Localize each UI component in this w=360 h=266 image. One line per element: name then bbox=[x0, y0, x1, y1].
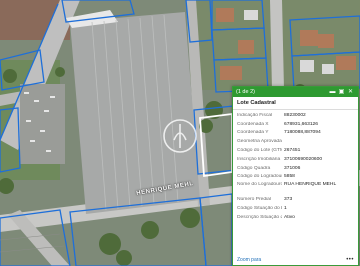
table-row: Nome do Logradouro RUA HENRIQUE MEHL bbox=[237, 182, 337, 188]
popup-footer: Zoom para ••• bbox=[233, 255, 358, 265]
table-row: Indicação Fiscal 88230002 bbox=[237, 112, 306, 118]
table-row: Código do Lote (GTM) 267451 bbox=[237, 148, 301, 154]
minimize-icon[interactable]: ▬ bbox=[328, 87, 337, 97]
expand-icon[interactable]: ▣ bbox=[337, 87, 346, 97]
table-row: Coordenada Y 7180088,887094 bbox=[237, 130, 321, 136]
table-row: Número Predial 373 bbox=[237, 197, 293, 203]
attribute-table: Indicação Fiscal 88230002 Coordenada X 6… bbox=[233, 110, 358, 222]
more-icon[interactable]: ••• bbox=[346, 257, 354, 263]
table-row: Código do Logradouro 5858 bbox=[237, 174, 295, 180]
table-row: Coordenada X 678931,663126 bbox=[237, 121, 318, 127]
watermark-logo bbox=[160, 116, 200, 156]
table-row: Inscrição Imobiliária 37100690020600 bbox=[237, 156, 323, 162]
popup-counter: (1 de 2) bbox=[236, 89, 255, 95]
close-icon[interactable]: ✕ bbox=[346, 87, 355, 97]
popup-header: (1 de 2) ▬ ▣ ✕ bbox=[233, 87, 358, 97]
feature-popup[interactable]: (1 de 2) ▬ ▣ ✕ Lote Cadastral Indicação … bbox=[232, 86, 359, 266]
table-row: Geometria Aprovada bbox=[237, 139, 282, 145]
zoom-to-link[interactable]: Zoom para bbox=[237, 257, 346, 263]
popup-title: Lote Cadastral bbox=[233, 97, 358, 110]
table-row: Código Situação do Lote 1 bbox=[237, 206, 287, 212]
table-row: Descrição Situação do Lote Ativo bbox=[237, 214, 295, 220]
table-row: Código Quadra 371006 bbox=[237, 165, 301, 171]
